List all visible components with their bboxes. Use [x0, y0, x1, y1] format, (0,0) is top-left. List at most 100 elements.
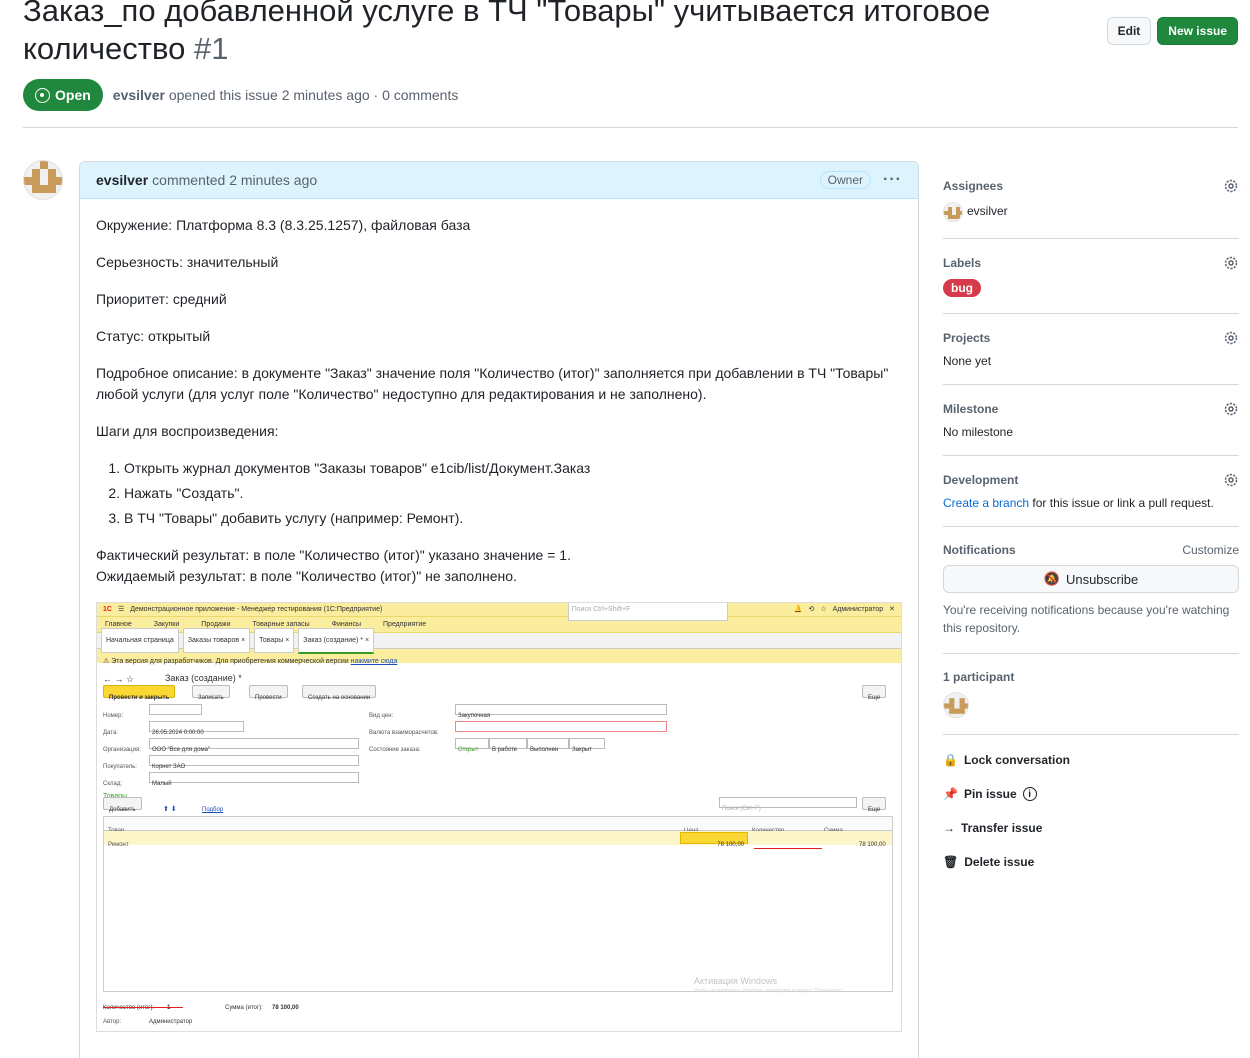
issue-meta: opened this issue 2 minutes ago · 0 comm… [168, 87, 459, 103]
shot-total-underline [103, 1007, 183, 1008]
assignee-avatar[interactable] [943, 202, 963, 222]
issue-number: #1 [193, 31, 229, 66]
shot-post-close-btn: Провести и закрыть [103, 685, 176, 701]
edit-button[interactable]: Edit [1106, 17, 1152, 45]
shot-currency-field [455, 721, 667, 732]
transfer-label: Transfer issue [961, 821, 1043, 835]
assignees-heading: Assignees [943, 179, 1004, 193]
labels-heading: Labels [943, 256, 982, 270]
shot-org-field: ООО "Все для дома" [149, 738, 359, 753]
pin-label: Pin issue [963, 787, 1017, 801]
shot-store-field: Малый [149, 772, 359, 787]
development-text: for this issue or link a pull request. [1032, 496, 1214, 510]
shot-number-field [149, 704, 202, 715]
list-item: Нажать "Создать". [124, 483, 902, 504]
labels-section: Labels bug [943, 239, 1239, 314]
env-text: Окружение: Платформа 8.3 (8.3.25.1257), … [96, 217, 471, 233]
gear-icon[interactable] [1223, 255, 1239, 271]
lock-conversation-button[interactable]: 🔒 Lock conversation [943, 743, 1239, 777]
description-text: Подробное описание: в документе "Заказ" … [96, 365, 889, 402]
milestone-value: No milestone [943, 425, 1014, 439]
label-bug[interactable]: bug [943, 279, 981, 297]
shot-cell-goods: Ремонт [108, 842, 129, 848]
star-icon: ☆ [820, 606, 827, 613]
issue-open-icon [35, 87, 50, 103]
notifications-section: Notifications Customize 🔕 Unsubscribe Yo… [943, 527, 1239, 654]
shot-user: Администратор [832, 606, 884, 613]
shot-create-based-btn: Создать на основании [302, 685, 377, 701]
comment-meta: commented 2 minutes ago [152, 172, 318, 188]
attached-screenshot[interactable]: 1С ☰ Демонстрационное приложение - Менед… [96, 602, 902, 1032]
actual-result: Фактический результат: в поле "Количеств… [96, 547, 571, 563]
development-section: Development Create a branch for this iss… [943, 456, 1239, 527]
open-state-badge: Open [23, 79, 103, 111]
assignee-name[interactable]: evsilver [967, 204, 1008, 218]
issue-comment: evsilver commented 2 minutes ago Owner ·… [79, 161, 919, 1058]
pin-issue-button[interactable]: 📌 Pin issue i [943, 777, 1239, 811]
priority-text: Приоритет: средний [96, 291, 227, 307]
gear-icon[interactable] [1223, 330, 1239, 346]
shot-tab-active: Заказ (создание) * × [298, 627, 375, 654]
history-icon: ⟲ [808, 606, 815, 613]
shot-grid-search: Поиск (Ctrl+F) [719, 797, 857, 812]
list-item: Открыть журнал документов "Заказы товаро… [124, 458, 902, 479]
issue-title-text: Заказ_по добавленной услуге в ТЧ "Товары… [23, 0, 991, 66]
shot-qty-underline [754, 848, 822, 849]
bell-slash-icon: 🔕 [1043, 571, 1060, 586]
steps-list: Открыть журнал документов "Заказы товаро… [124, 458, 902, 529]
create-branch-link[interactable]: Create a branch [943, 496, 1029, 510]
milestone-section: Milestone No milestone [943, 385, 1239, 456]
comment-header: evsilver commented 2 minutes ago Owner ·… [80, 162, 918, 199]
avatar[interactable] [23, 160, 63, 200]
shot-cell-price: 78 100,00 [680, 832, 748, 848]
state-label: Open [55, 87, 91, 103]
unsubscribe-button[interactable]: 🔕 Unsubscribe [943, 565, 1239, 593]
shot-more-btn: Еще [862, 685, 887, 701]
shot-author: Администратор [149, 1019, 193, 1025]
comment-author[interactable]: evsilver [96, 172, 148, 188]
shot-search: Поиск Ctrl+Shift+F [567, 603, 728, 621]
pin-icon: 📌 [943, 787, 958, 801]
shot-price-type-field: Закупочная [455, 704, 667, 719]
arrow-right-icon: → [943, 821, 955, 835]
identicon-icon [24, 161, 62, 199]
shot-tab: Товары × [254, 628, 295, 653]
delete-label: Delete issue [964, 855, 1035, 869]
shot-cell-sum: 78 100,00 [859, 842, 886, 848]
shot-total-sum-label: Сумма (итог): [225, 1005, 263, 1011]
participants-heading: 1 participant [943, 670, 1015, 684]
gear-icon[interactable] [1223, 401, 1239, 417]
trash-icon: 🗑 [943, 855, 959, 869]
development-heading: Development [943, 473, 1019, 487]
info-icon[interactable]: i [1022, 787, 1037, 801]
customize-link[interactable]: Customize [1182, 543, 1239, 557]
close-icon: ✕ [889, 606, 895, 613]
issue-sidebar: Assignees evsilver Labels bug Projects N… [943, 170, 1239, 879]
projects-heading: Projects [943, 331, 991, 345]
shot-state-open: Открыт [455, 738, 489, 753]
expected-result: Ожидаемый результат: в поле "Количество … [96, 568, 517, 584]
milestone-heading: Milestone [943, 402, 999, 416]
shot-total-sum: 78 100,00 [272, 1005, 299, 1011]
shot-warning: ⚠ Эта версия для разработчиков. Для прио… [97, 649, 901, 665]
issue-state-row: Open evsilver opened this issue 2 minute… [23, 79, 458, 111]
shot-activation-sub: Чтобы активировать Windows, перейдите в … [694, 988, 846, 994]
comment-menu-icon[interactable]: ··· [883, 171, 902, 189]
shot-menu-item: Предприятие [383, 621, 427, 628]
delete-issue-button[interactable]: 🗑 Delete issue [943, 845, 1239, 879]
new-issue-button[interactable]: New issue [1157, 17, 1238, 45]
gear-icon[interactable] [1223, 178, 1239, 194]
notifications-heading: Notifications [943, 543, 1016, 557]
lock-label: Lock conversation [963, 753, 1070, 767]
shot-tab: Заказы товаров × [182, 628, 251, 653]
shot-grid-header: Товар Цена Количество Сумма [104, 817, 892, 834]
transfer-issue-button[interactable]: → Transfer issue [943, 811, 1239, 845]
issue-author-link[interactable]: evsilver [113, 87, 165, 103]
lock-icon: 🔒 [943, 753, 958, 767]
shot-post-btn: Провести [249, 685, 288, 701]
severity-text: Серьезность: значительный [96, 254, 279, 270]
gear-icon[interactable] [1223, 472, 1239, 488]
assignees-section: Assignees evsilver [943, 170, 1239, 239]
participant-avatar[interactable] [943, 692, 969, 718]
list-item: В ТЧ "Товары" добавить услугу (например:… [124, 508, 902, 529]
